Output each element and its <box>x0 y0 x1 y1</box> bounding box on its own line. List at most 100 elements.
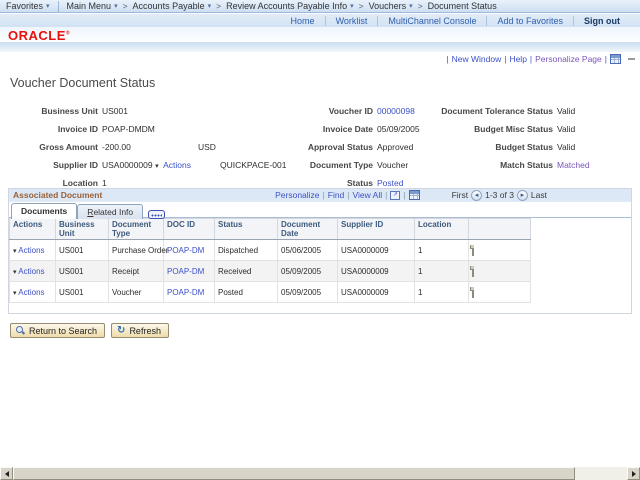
personalize-link[interactable]: Personalize <box>275 190 319 200</box>
column-header-actions: Actions <box>10 219 56 240</box>
cell-status: Dispatched <box>215 240 278 261</box>
column-header-empty <box>469 219 531 240</box>
new-window-link[interactable]: New Window <box>452 54 502 64</box>
field-label: Supplier ID <box>0 156 102 174</box>
view-all-link[interactable]: View All <box>353 190 383 200</box>
return-to-search-icon <box>16 326 25 335</box>
column-header-status: Status <box>215 219 278 240</box>
divider <box>58 1 59 12</box>
find-link[interactable]: Find <box>328 190 345 200</box>
row-actions-link[interactable]: Actions <box>18 246 44 255</box>
doc-id-link[interactable]: POAP-DM <box>167 288 204 297</box>
row-actions-caret-icon[interactable]: ▾ <box>13 268 17 276</box>
row-actions-link[interactable]: Actions <box>18 288 44 297</box>
separator: | <box>323 190 325 200</box>
home-link[interactable]: Home <box>281 16 325 26</box>
field-label: Voucher ID <box>230 102 377 120</box>
field-label: Gross Amount <box>0 138 102 156</box>
field-label: Match Status <box>410 156 557 174</box>
field-label: Business Unit <box>0 102 102 120</box>
cell-status: Posted <box>215 282 278 303</box>
breadcrumb-separator: > <box>418 1 423 11</box>
personalize-page-link[interactable]: Personalize Page <box>535 54 602 64</box>
page-buttons: Return to Search ↻ Refresh <box>10 323 169 338</box>
cell-document-type: Receipt <box>109 261 164 282</box>
zoom-popup-icon[interactable]: ↗ <box>390 191 400 200</box>
pagination-last-label[interactable]: Last <box>531 190 547 200</box>
row-actions-link[interactable]: Actions <box>18 267 44 276</box>
row-actions-caret-icon[interactable]: ▾ <box>13 289 17 297</box>
doc-id-link[interactable]: POAP-DM <box>167 267 204 276</box>
cell-business-unit: US001 <box>56 261 109 282</box>
grid-toolbar: Personalize | Find | View All | ↗ | <box>275 190 419 200</box>
multichannel-console-link[interactable]: MultiChannel Console <box>377 16 486 26</box>
match-status-link[interactable]: Matched <box>557 160 590 170</box>
column-header-business-unit: Business Unit <box>56 219 109 240</box>
field-label: Approval Status <box>230 138 377 156</box>
pagination-first-label[interactable]: First <box>452 190 469 200</box>
breadcrumb-bar: Favorites ▾ Main Menu ▾ > Accounts Payab… <box>0 0 640 13</box>
row-actions-caret-icon[interactable]: ▾ <box>13 247 17 255</box>
previous-page-icon[interactable]: ◂ <box>471 190 482 201</box>
worklist-link[interactable]: Worklist <box>325 16 378 26</box>
scrollbar-thumb[interactable] <box>13 467 575 480</box>
personalize-layout-grid-icon[interactable] <box>610 54 621 64</box>
pagination-range: 1-3 of 3 <box>485 190 514 200</box>
registered-mark: ® <box>66 31 70 37</box>
sign-out-link[interactable]: Sign out <box>573 16 630 26</box>
refresh-button[interactable]: ↻ Refresh <box>111 323 169 338</box>
scroll-right-button[interactable] <box>627 467 640 480</box>
supplier-actions-caret-icon[interactable]: ▾ <box>155 162 159 170</box>
breadcrumb-item-accounts-payable[interactable]: Accounts Payable ▾ <box>133 1 212 11</box>
download-grid-icon[interactable] <box>409 190 420 200</box>
application-window: Favorites ▾ Main Menu ▾ > Accounts Payab… <box>0 0 640 480</box>
field-budget-misc-status: Budget Misc StatusValid <box>410 120 640 138</box>
favorites-menu[interactable]: Favorites ▾ <box>6 1 50 11</box>
field-label: Invoice ID <box>0 120 102 138</box>
gross-amount-value: -200.00 <box>102 142 131 152</box>
portal-links-bar: Home Worklist MultiChannel Console Add t… <box>0 14 640 27</box>
breadcrumb-separator: > <box>123 1 128 11</box>
breadcrumb-item-review-ap-info[interactable]: Review Accounts Payable Info ▾ <box>226 1 354 11</box>
associated-document-groupbox: Associated Document Personalize | Find |… <box>8 188 632 314</box>
cell-location: 1 <box>415 261 469 282</box>
cell-document-date: 05/06/2005 <box>278 240 338 261</box>
scroll-right-arrow-icon <box>632 471 639 477</box>
tab-related-info[interactable]: Related Info <box>77 204 143 219</box>
supplier-actions-link[interactable]: Actions <box>163 160 191 170</box>
breadcrumb-item-vouchers[interactable]: Vouchers ▾ <box>369 1 413 11</box>
help-link[interactable]: Help <box>509 54 526 64</box>
field-match-status: Match StatusMatched <box>410 156 640 174</box>
scroll-left-arrow-icon <box>2 471 9 477</box>
horizontal-scrollbar[interactable] <box>0 467 640 480</box>
scroll-left-button[interactable] <box>0 467 13 480</box>
field-document-tolerance-status: Document Tolerance StatusValid <box>410 102 640 120</box>
return-to-search-button[interactable]: Return to Search <box>10 323 105 338</box>
page-title: Voucher Document Status <box>10 76 155 90</box>
document-icon[interactable] <box>472 245 474 256</box>
breadcrumb-item-main-menu[interactable]: Main Menu ▾ <box>67 1 118 11</box>
table-row: ▾ Actions US001 Receipt POAP-DM Received… <box>10 261 531 282</box>
header-separator-band <box>0 42 640 52</box>
next-page-icon[interactable]: ▸ <box>517 190 528 201</box>
caret-down-icon: ▾ <box>46 3 50 10</box>
tab-documents[interactable]: Documents <box>11 203 77 219</box>
document-icon[interactable] <box>472 266 474 277</box>
table-row: ▾ Actions US001 Voucher POAP-DM Posted 0… <box>10 282 531 303</box>
cell-business-unit: US001 <box>56 282 109 303</box>
column-header-doc-id: DOC ID <box>164 219 215 240</box>
cell-location: 1 <box>415 240 469 261</box>
caret-down-icon: ▾ <box>409 3 413 10</box>
doc-id-link[interactable]: POAP-DM <box>167 246 204 255</box>
approval-status-value: Approved <box>377 142 413 152</box>
status-link[interactable]: Posted <box>377 178 403 188</box>
add-to-favorites-link[interactable]: Add to Favorites <box>486 16 573 26</box>
budget-status-value: Valid <box>557 142 575 152</box>
brand-bar: ORACLE® <box>0 27 640 42</box>
show-tabs-keyboard-icon[interactable] <box>148 210 165 219</box>
document-icon[interactable] <box>472 287 474 298</box>
field-label: Budget Status <box>410 138 557 156</box>
cell-location: 1 <box>415 282 469 303</box>
separator: | <box>504 54 506 64</box>
page-action-links: | New Window | Help | Personalize Page | <box>446 54 635 64</box>
